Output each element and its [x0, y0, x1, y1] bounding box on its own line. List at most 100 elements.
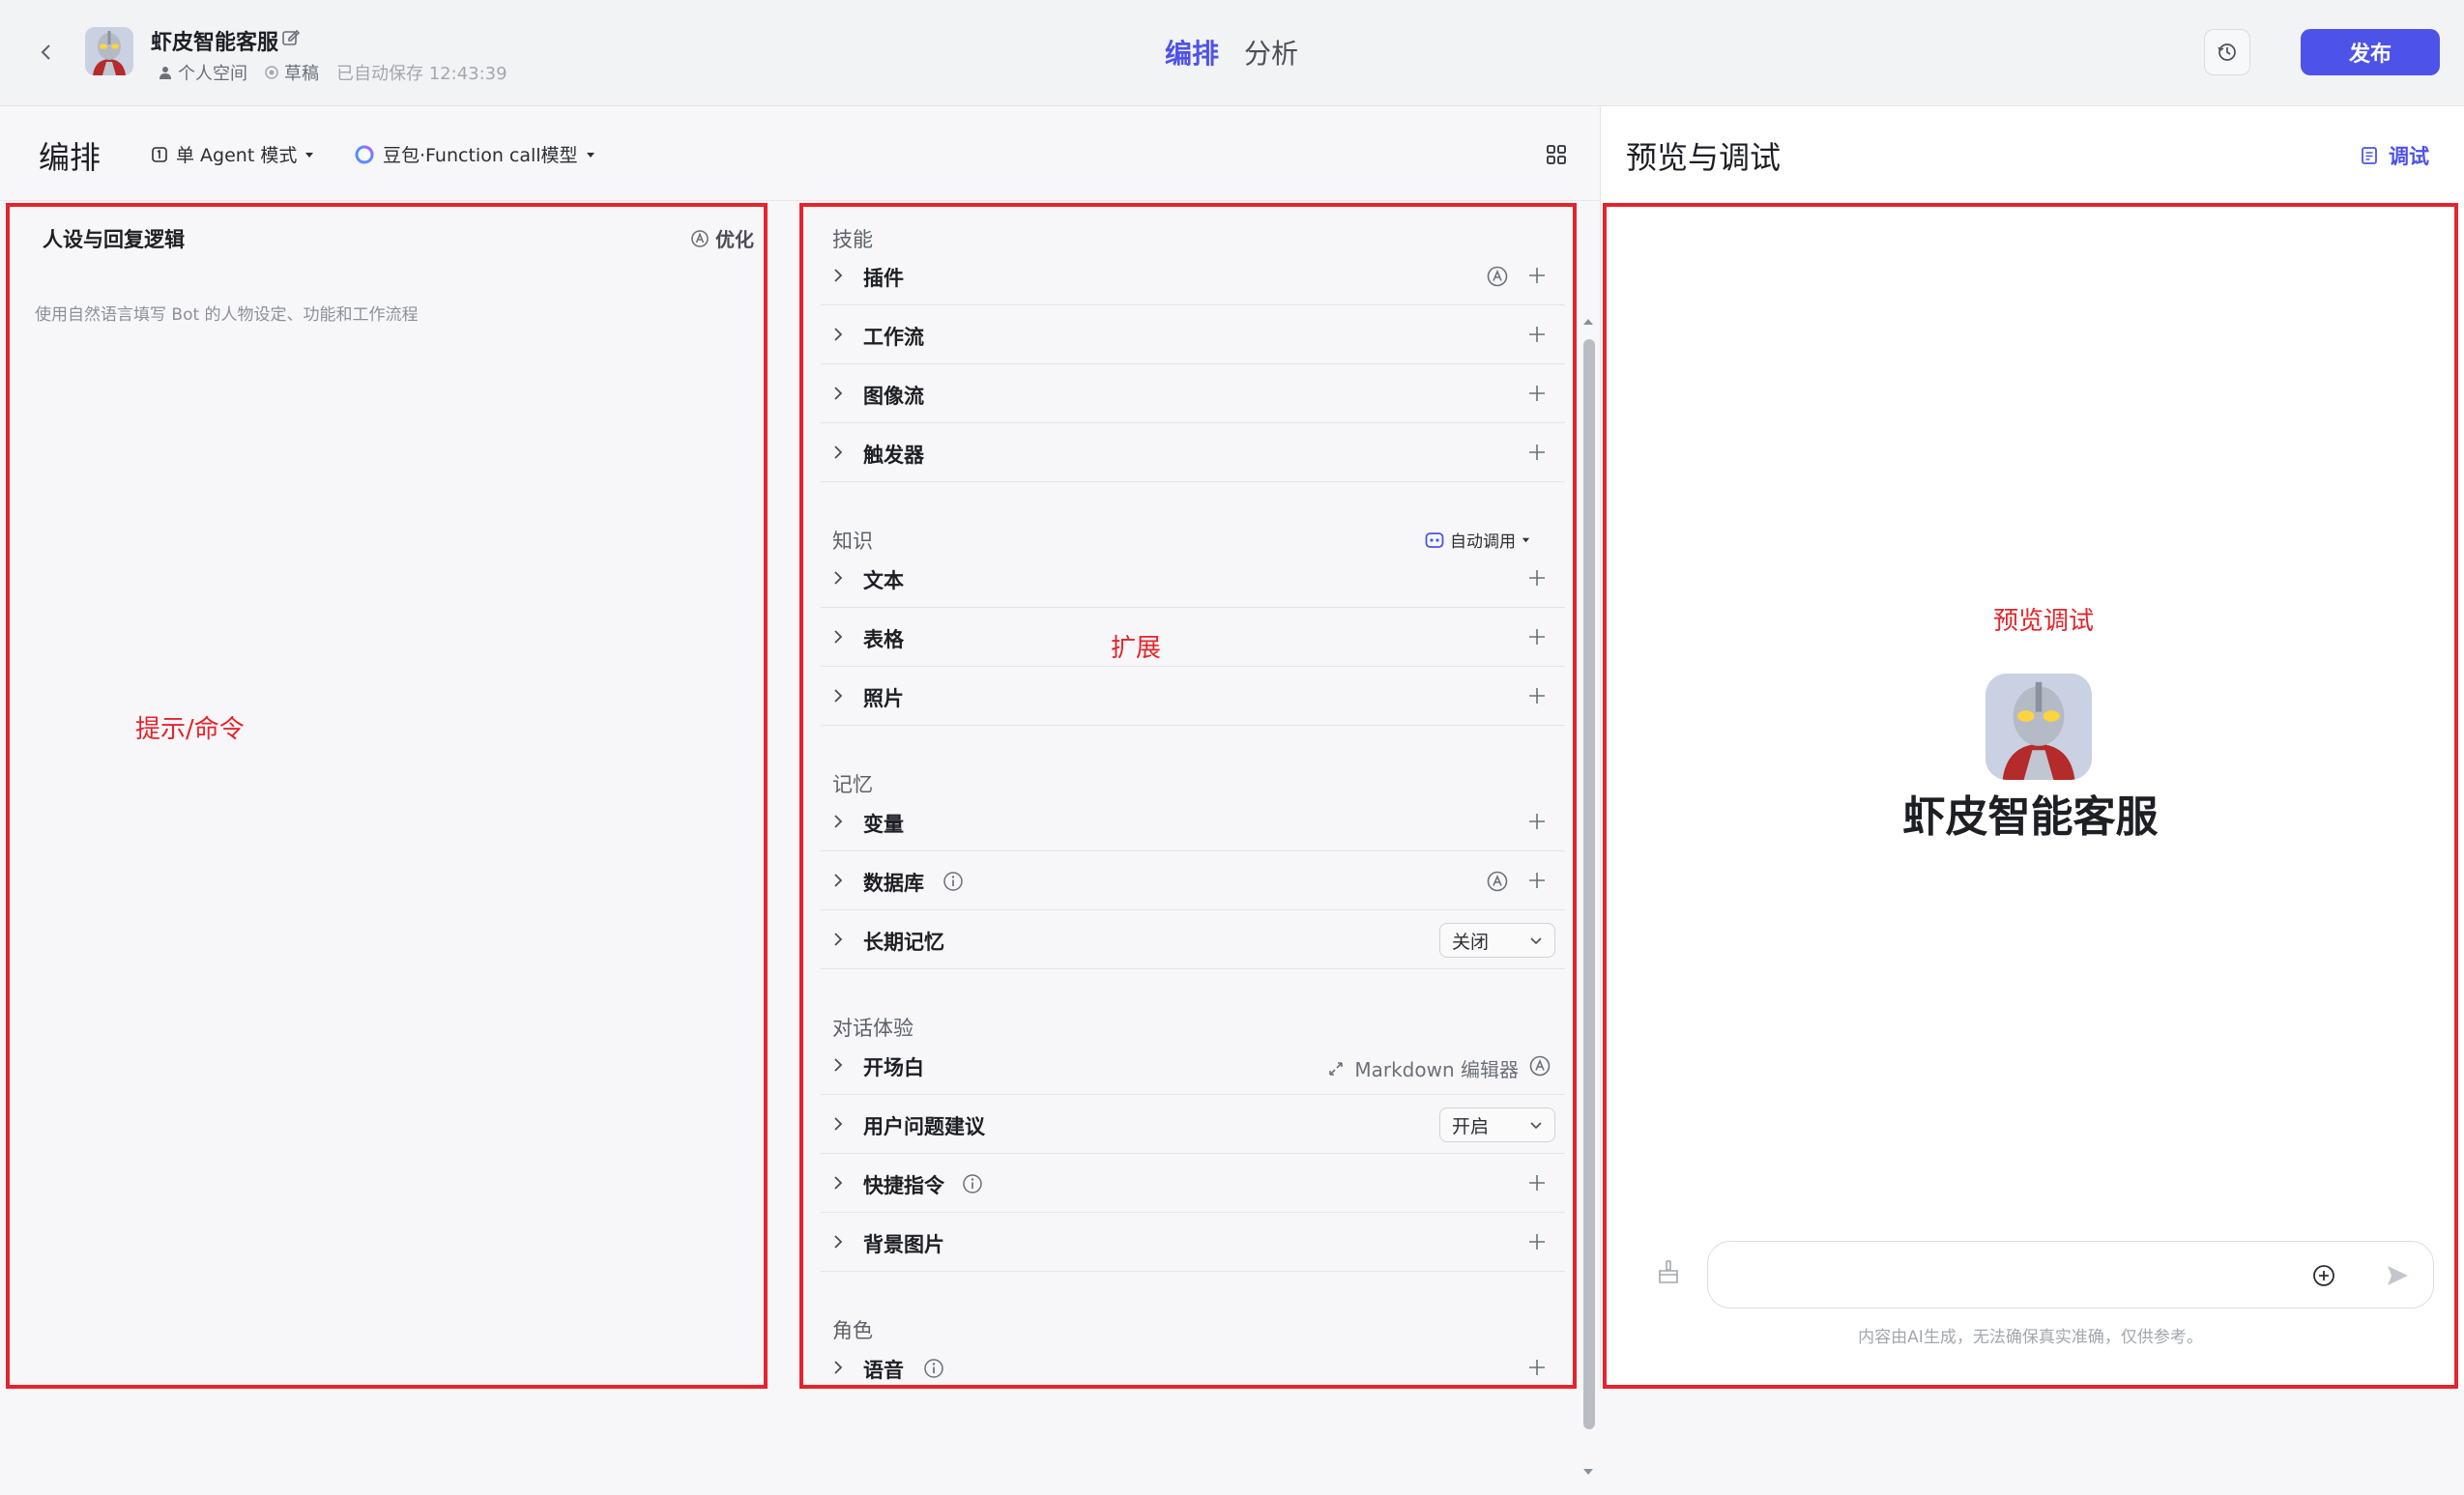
edit-panel: 编排 单 Agent 模式 豆包·Function call模型 人设与回复逻辑… [0, 106, 1600, 1475]
add-table-icon[interactable] [1526, 626, 1548, 647]
add-imageflow-icon[interactable] [1526, 383, 1548, 404]
memory-row-variable[interactable]: 变量 [821, 793, 1565, 851]
info-icon[interactable] [923, 1358, 944, 1379]
bot-name: 虾皮智能客服 [151, 31, 279, 55]
ultraman-avatar-icon [1986, 674, 2092, 780]
broom-icon [1659, 1260, 1678, 1283]
auto-a-icon [691, 229, 709, 247]
add-shortcut-icon[interactable] [1526, 1172, 1548, 1193]
scrollbar-thumb[interactable] [1583, 339, 1595, 1429]
prompt-annotation: 提示/命令 [135, 715, 245, 744]
prompt-title: 人设与回复逻辑 [43, 228, 185, 251]
extensions-scrollbar[interactable] [1580, 314, 1596, 1495]
chevron-right-icon [834, 1235, 843, 1249]
ultraman-avatar-icon [85, 27, 133, 75]
auto-call-select[interactable]: 自动调用 [1425, 528, 1530, 552]
memory-row-database[interactable]: 数据库 [821, 852, 1565, 910]
publish-button[interactable]: 发布 [2301, 29, 2440, 75]
chevron-right-icon [834, 1058, 843, 1072]
dialog-row-opening[interactable]: 开场白 Markdown 编辑器 [821, 1037, 1565, 1095]
add-voice-icon[interactable] [1526, 1357, 1548, 1378]
prompt-area: 人设与回复逻辑 优化 提示/命令 [6, 203, 768, 1389]
clear-chat-button[interactable] [1655, 1258, 1682, 1285]
role-row-voice[interactable]: 语音 [821, 1339, 1565, 1385]
status-label: 草稿 [265, 60, 319, 85]
agent-mode-icon [152, 146, 167, 162]
dialog-row-shortcuts[interactable]: 快捷指令 [821, 1155, 1565, 1213]
add-variable-icon[interactable] [1526, 811, 1548, 832]
edit-name-button[interactable] [280, 27, 302, 48]
info-icon[interactable] [942, 871, 964, 892]
grid-layout-icon [1547, 145, 1566, 164]
auto-call-icon [1425, 532, 1444, 548]
agent-mode-select[interactable]: 单 Agent 模式 [151, 141, 314, 167]
chevron-down-icon [1530, 937, 1542, 945]
back-button[interactable] [27, 33, 66, 72]
history-icon [2218, 43, 2236, 61]
long-term-memory-select[interactable]: 关闭 [1439, 923, 1555, 958]
send-button[interactable] [2385, 1263, 2410, 1288]
chat-input-box [1707, 1241, 2434, 1308]
top-bar: 虾皮智能客服 个人空间 草稿 已自动保存 12:43:39 编排 分析 发布 [0, 0, 2464, 106]
add-trigger-icon[interactable] [1526, 442, 1548, 463]
optimize-button[interactable]: 优化 [690, 224, 754, 252]
layout-toggle-button[interactable] [1543, 141, 1570, 168]
debug-button[interactable]: 调试 [2360, 141, 2429, 170]
skill-row-trigger[interactable]: 触发器 [821, 424, 1565, 482]
add-workflow-icon[interactable] [1526, 324, 1548, 345]
preview-bot-avatar [1986, 674, 2092, 780]
add-plugin-icon[interactable] [1526, 265, 1548, 286]
dialog-row-suggestions[interactable]: 用户问题建议 开启 [821, 1096, 1565, 1154]
edit-title: 编排 [39, 139, 101, 176]
model-select[interactable]: 豆包·Function call模型 [354, 141, 595, 167]
suggestions-select[interactable]: 开启 [1439, 1107, 1555, 1142]
add-database-icon[interactable] [1526, 870, 1548, 891]
chevron-left-icon [41, 44, 50, 60]
chevron-down-icon [1530, 1122, 1542, 1130]
autosave-label: 已自动保存 12:43:39 [336, 64, 507, 84]
chevron-right-icon [834, 387, 843, 400]
markdown-editor-button[interactable]: Markdown 编辑器 [1327, 1054, 1519, 1082]
add-text-icon[interactable] [1526, 567, 1548, 589]
document-icon [2362, 147, 2377, 164]
extensions-area: 扩展 技能 插件 工作流 图像流 触发器 知识 自动调用 文本 表格 照片 记忆… [799, 203, 1577, 1389]
attach-button[interactable] [2311, 1263, 2336, 1288]
ai-disclaimer: 内容由AI生成，无法确保真实准确，仅供参考。 [1858, 1328, 2203, 1347]
chevron-right-icon [834, 328, 843, 341]
memory-row-long-term[interactable]: 长期记忆 关闭 [821, 911, 1565, 969]
chevron-right-icon [834, 571, 843, 585]
tab-arrange[interactable]: 编排 [1165, 33, 1219, 72]
chevron-right-icon [834, 446, 843, 459]
user-icon [159, 67, 171, 79]
skill-row-plugin[interactable]: 插件 [821, 247, 1565, 305]
chevron-right-icon [834, 874, 843, 887]
add-background-icon[interactable] [1526, 1231, 1548, 1252]
chat-input[interactable] [1731, 1255, 2292, 1296]
knowledge-row-table[interactable]: 表格 [821, 609, 1565, 667]
draft-status-icon [265, 66, 278, 79]
knowledge-row-photo[interactable]: 照片 [821, 668, 1565, 726]
chevron-right-icon [834, 630, 843, 644]
add-photo-icon[interactable] [1526, 685, 1548, 706]
preview-panel: 预览与调试 调试 预览调试 虾皮智能客服 内容由AI生成，无法确保真实准确，仅供… [1600, 106, 2464, 1389]
dialog-row-background[interactable]: 背景图片 [821, 1214, 1565, 1272]
bot-avatar[interactable] [85, 27, 133, 75]
chevron-right-icon [834, 1176, 843, 1190]
history-button[interactable] [2204, 29, 2250, 75]
auto-a-icon [1487, 266, 1508, 287]
skill-row-workflow[interactable]: 工作流 [821, 306, 1565, 364]
space-label: 个人空间 [159, 60, 247, 85]
caret-down-icon [305, 152, 314, 158]
top-tabs: 编排 分析 [1165, 33, 1298, 72]
preview-area: 预览调试 虾皮智能客服 内容由AI生成，无法确保真实准确，仅供参考。 [1603, 203, 2458, 1389]
chevron-right-icon [834, 1361, 843, 1374]
edit-icon [282, 29, 301, 45]
knowledge-row-text[interactable]: 文本 [821, 550, 1565, 608]
skill-row-imageflow[interactable]: 图像流 [821, 365, 1565, 423]
expand-icon [1329, 1061, 1344, 1076]
tab-analysis[interactable]: 分析 [1244, 33, 1298, 72]
plus-circle-icon [2313, 1265, 2334, 1286]
prompt-input[interactable] [35, 296, 740, 334]
chevron-right-icon [834, 815, 843, 828]
info-icon[interactable] [962, 1173, 983, 1194]
